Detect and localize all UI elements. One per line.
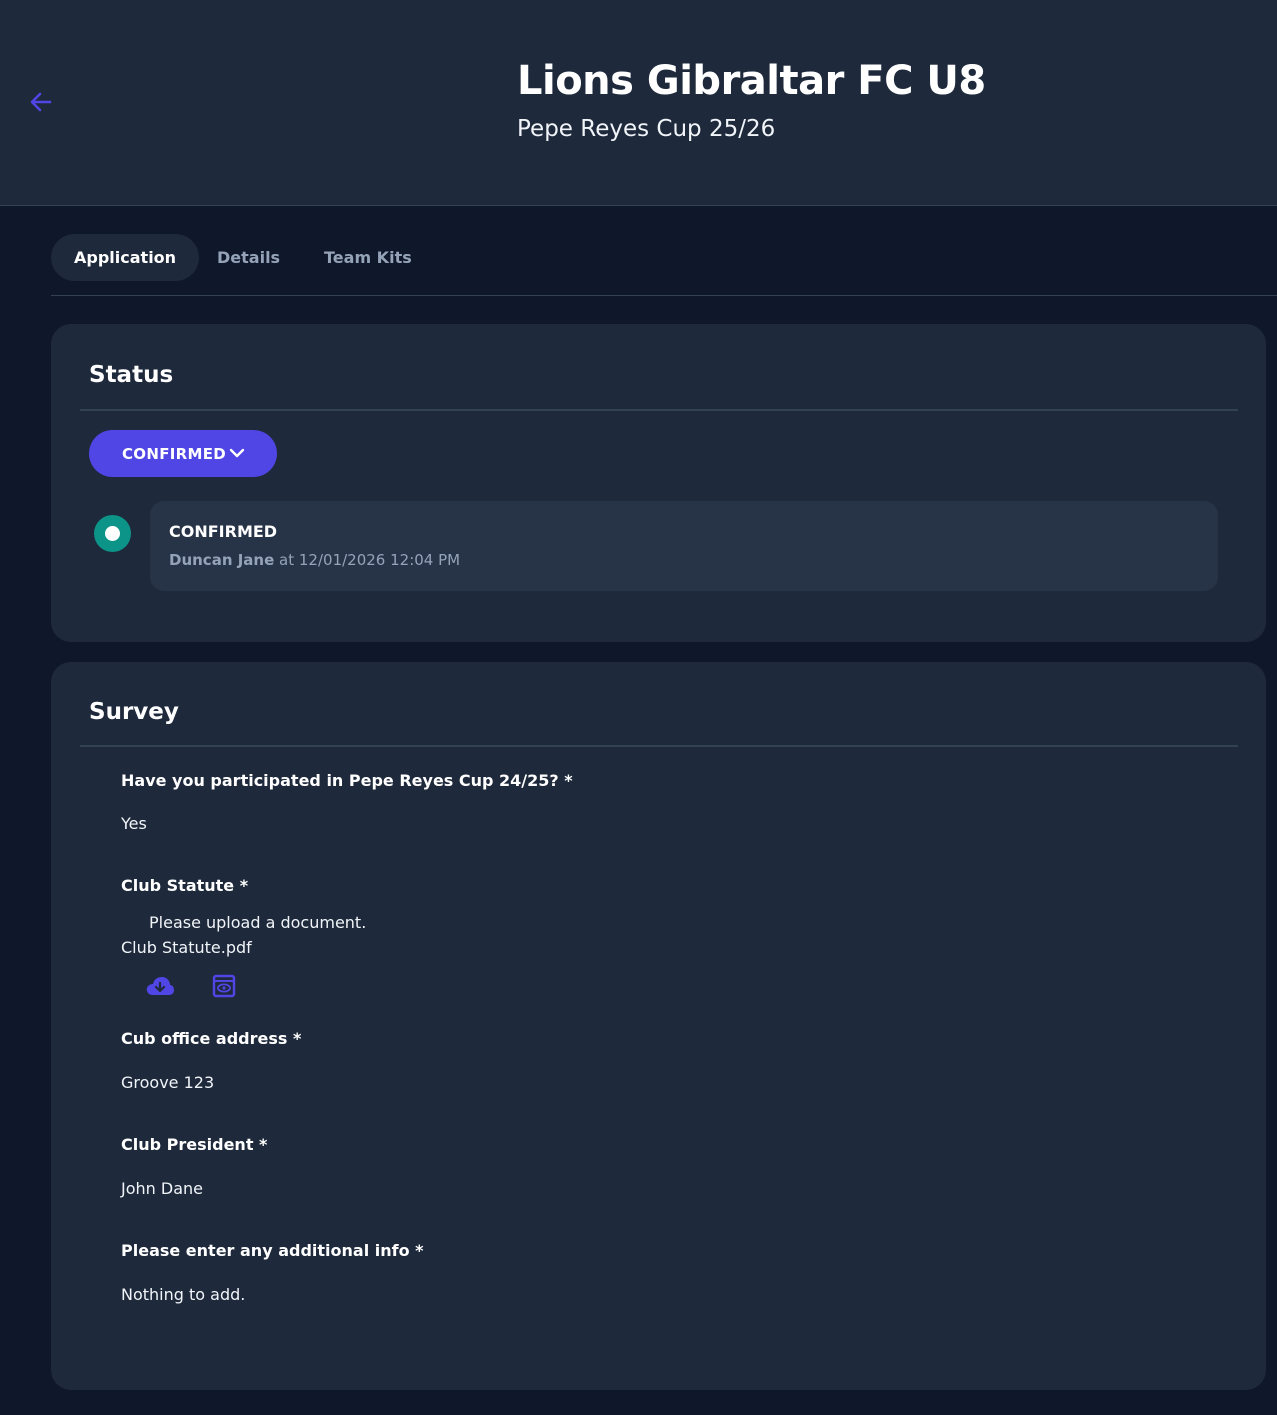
chevron-down-icon	[229, 448, 245, 458]
question-label: Club Statute *	[121, 876, 249, 895]
tab-application[interactable]: Application	[51, 234, 200, 281]
timeline-user: Duncan Jane	[169, 551, 275, 569]
eye-preview-icon	[212, 974, 236, 998]
cloud-download-icon	[146, 977, 174, 995]
file-name: Club Statute.pdf	[121, 938, 252, 957]
timeline-status: CONFIRMED	[169, 522, 278, 541]
tab-details[interactable]: Details	[217, 234, 280, 281]
upload-hint: Please upload a document.	[149, 913, 367, 932]
status-title: Status	[89, 362, 174, 388]
timeline-dot-center	[105, 526, 120, 541]
preview-button[interactable]	[209, 973, 239, 999]
question-answer: John Dane	[121, 1179, 203, 1198]
timeline-entry: CONFIRMED Duncan Jane at 12/01/2026 12:0…	[150, 501, 1218, 591]
page-title: Lions Gibraltar FC U8	[517, 58, 986, 104]
question-label: Club President *	[121, 1135, 268, 1154]
page-subtitle: Pepe Reyes Cup 25/26	[517, 116, 776, 142]
timeline-meta: Duncan Jane at 12/01/2026 12:04 PM	[169, 551, 460, 569]
divider	[80, 409, 1238, 411]
back-button[interactable]	[26, 88, 56, 116]
arrow-left-icon	[30, 92, 52, 112]
question-answer: Yes	[121, 814, 147, 833]
survey-title: Survey	[89, 699, 179, 725]
tab-bar: Application Details Team Kits	[51, 234, 1277, 296]
survey-card: Survey Have you participated in Pepe Rey…	[51, 662, 1266, 1390]
timeline-status-dot	[94, 515, 131, 552]
question-label: Cub office address *	[121, 1029, 302, 1048]
question-answer: Nothing to add.	[121, 1285, 246, 1304]
tab-team-kits[interactable]: Team Kits	[324, 234, 412, 281]
download-button[interactable]	[145, 973, 175, 999]
status-dropdown-value: CONFIRMED	[122, 444, 227, 463]
question-label: Have you participated in Pepe Reyes Cup …	[121, 771, 573, 790]
question-label: Please enter any additional info *	[121, 1241, 424, 1260]
question-answer: Groove 123	[121, 1073, 215, 1092]
divider	[80, 745, 1238, 747]
status-dropdown[interactable]: CONFIRMED	[89, 430, 277, 477]
status-card: Status CONFIRMED CONFIRMED Duncan Jane a…	[51, 324, 1266, 642]
page-header: Lions Gibraltar FC U8 Pepe Reyes Cup 25/…	[0, 0, 1277, 206]
timeline-timestamp: at 12/01/2026 12:04 PM	[274, 551, 461, 569]
